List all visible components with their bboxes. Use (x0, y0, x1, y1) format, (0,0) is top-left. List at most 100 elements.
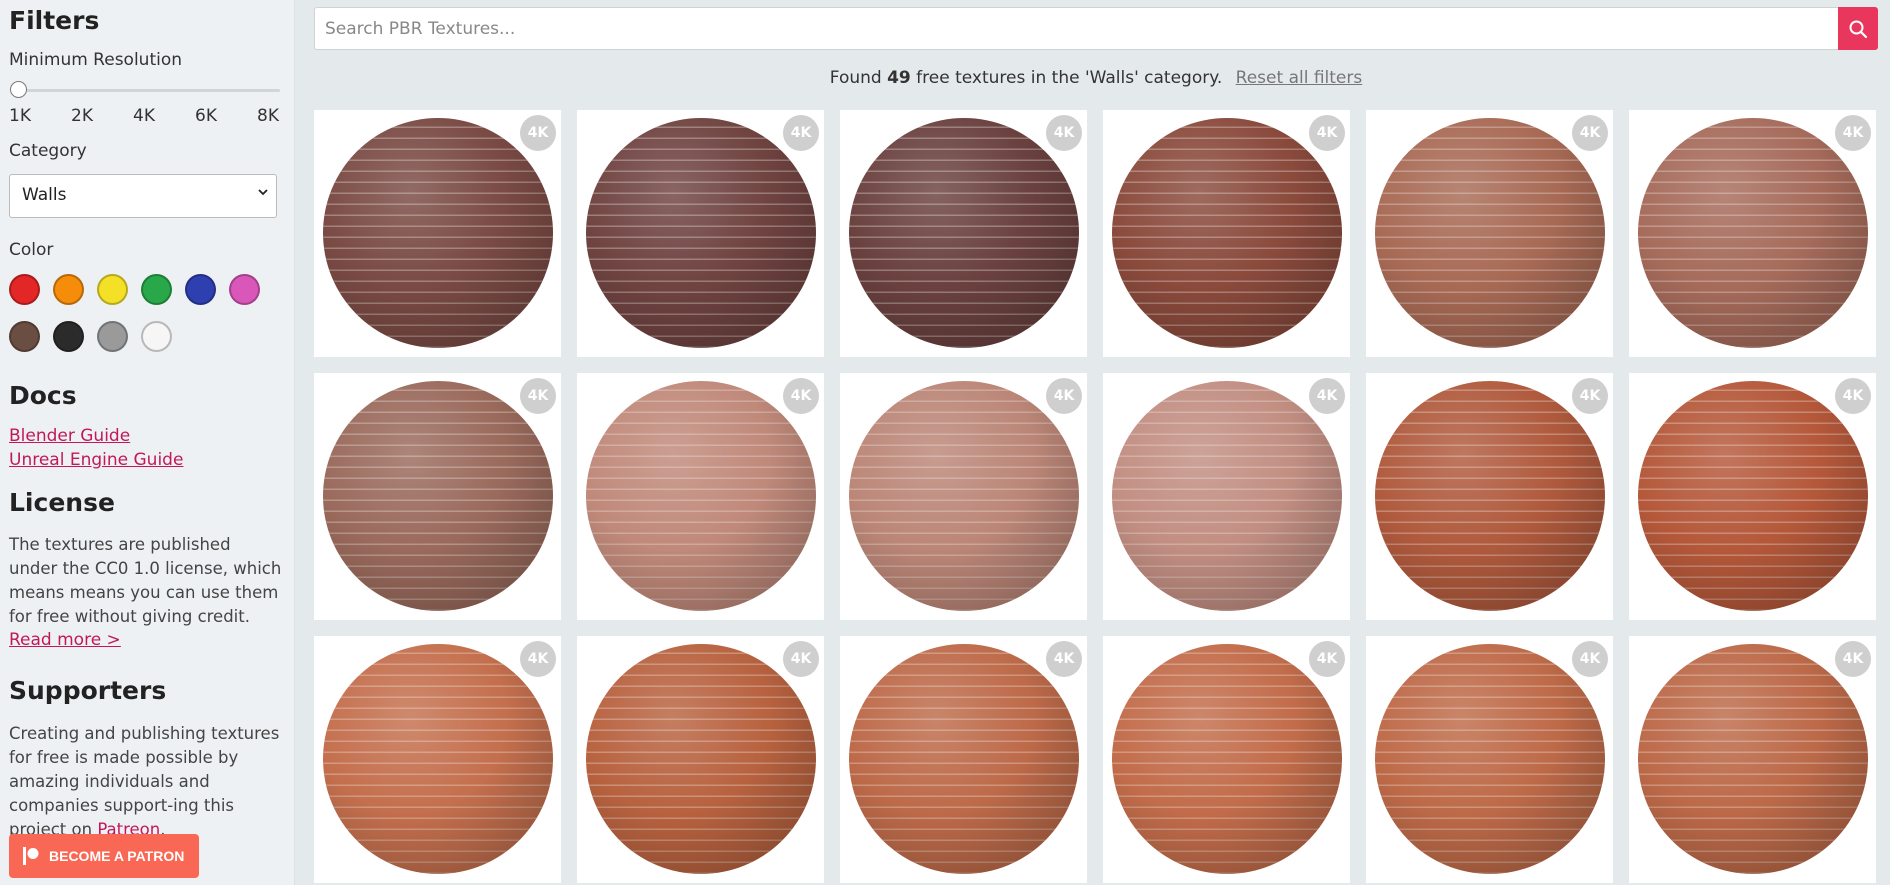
supporters-title: Supporters (9, 676, 167, 705)
color-label: Color (9, 240, 54, 260)
min-resolution-label: Minimum Resolution (9, 50, 183, 70)
sphere-shading (849, 644, 1079, 874)
sphere-shading (1638, 118, 1868, 348)
reset-filters-link[interactable]: Reset all filters (1236, 68, 1363, 88)
resolution-slider-track[interactable] (18, 89, 280, 92)
supporters-text: Creating and publishing textures for fre… (9, 722, 284, 842)
sphere-shading (1375, 644, 1605, 874)
results-suffix: free textures in the 'Walls' category. (910, 68, 1223, 88)
color-swatch-yellow[interactable] (97, 274, 128, 305)
res-tick: 1K (9, 106, 31, 126)
category-select[interactable]: Walls (9, 174, 277, 218)
color-swatch-pink[interactable] (229, 274, 260, 305)
resolution-badge: 4K (783, 115, 819, 151)
category-label: Category (9, 141, 87, 161)
sphere-shading (1638, 644, 1868, 874)
resolution-badge: 4K (1309, 378, 1345, 414)
resolution-badge: 4K (1835, 378, 1871, 414)
resolution-badge: 4K (1046, 378, 1082, 414)
resolution-badge: 4K (1046, 641, 1082, 677)
unreal-engine-guide-link[interactable]: Unreal Engine Guide (9, 450, 183, 470)
color-swatch-orange[interactable] (53, 274, 84, 305)
texture-card[interactable]: 4K (314, 110, 561, 357)
resolution-badge: 4K (520, 378, 556, 414)
texture-card[interactable]: 4K (1629, 110, 1876, 357)
res-tick: 2K (71, 106, 93, 126)
blender-guide-link[interactable]: Blender Guide (9, 426, 130, 446)
sphere-shading (323, 381, 553, 611)
texture-card[interactable]: 4K (1366, 636, 1613, 883)
become-a-patron-button[interactable]: BECOME A PATRON (9, 834, 199, 878)
texture-card[interactable]: 4K (577, 373, 824, 620)
resolution-badge: 4K (520, 115, 556, 151)
sphere-shading (1112, 381, 1342, 611)
texture-card[interactable]: 4K (577, 110, 824, 357)
sphere-shading (1375, 118, 1605, 348)
res-tick: 6K (195, 106, 217, 126)
sphere-shading (1112, 644, 1342, 874)
texture-grid: 4K 4K 4K 4K 4K 4K 4K 4K 4K 4K 4K 4K 4K 4K 4K 4K 4K 4K (314, 110, 1878, 883)
sphere-shading (849, 118, 1079, 348)
results-prefix: Found (829, 68, 888, 88)
sphere-shading (323, 118, 553, 348)
sphere-shading (1638, 381, 1868, 611)
res-tick: 8K (257, 106, 279, 126)
resolution-badge: 4K (1572, 115, 1608, 151)
sphere-shading (849, 381, 1079, 611)
license-title: License (9, 488, 115, 517)
texture-card[interactable]: 4K (1103, 110, 1350, 357)
search-input[interactable]: Search PBR Textures... (314, 7, 1839, 50)
resolution-badge: 4K (1046, 115, 1082, 151)
resolution-badge: 4K (1835, 641, 1871, 677)
license-text: The textures are published under the CC0… (9, 535, 282, 626)
sphere-shading (586, 644, 816, 874)
texture-card[interactable]: 4K (1103, 373, 1350, 620)
texture-card[interactable]: 4K (1629, 636, 1876, 883)
read-more-link[interactable]: Read more > (9, 630, 121, 650)
search-bar: Search PBR Textures... (314, 7, 1878, 50)
resolution-slider-thumb[interactable] (10, 81, 27, 98)
sphere-shading (323, 644, 553, 874)
texture-card[interactable]: 4K (840, 373, 1087, 620)
sphere-shading (1375, 381, 1605, 611)
color-swatch-black[interactable] (53, 321, 84, 352)
texture-card[interactable]: 4K (577, 636, 824, 883)
color-swatch-red[interactable] (9, 274, 40, 305)
texture-card[interactable]: 4K (1366, 373, 1613, 620)
texture-card[interactable]: 4K (840, 636, 1087, 883)
category-select-value: Walls (22, 185, 67, 205)
resolution-badge: 4K (783, 378, 819, 414)
resolution-badge: 4K (1572, 641, 1608, 677)
resolution-badge: 4K (1572, 378, 1608, 414)
res-tick: 4K (133, 106, 155, 126)
texture-card[interactable]: 4K (840, 110, 1087, 357)
texture-card[interactable]: 4K (1629, 373, 1876, 620)
resolution-badge: 4K (520, 641, 556, 677)
color-swatch-green[interactable] (141, 274, 172, 305)
sphere-shading (586, 381, 816, 611)
texture-card[interactable]: 4K (1366, 110, 1613, 357)
sidebar: Filters Minimum Resolution 1K 2K 4K 6K 8… (0, 0, 295, 885)
sphere-shading (586, 118, 816, 348)
resolution-badge: 4K (783, 641, 819, 677)
resolution-badge: 4K (1309, 115, 1345, 151)
sphere-shading (1112, 118, 1342, 348)
become-a-patron-label: BECOME A PATRON (49, 848, 185, 864)
resolution-badge: 4K (1309, 641, 1345, 677)
texture-card[interactable]: 4K (1103, 636, 1350, 883)
texture-card[interactable]: 4K (314, 373, 561, 620)
chevron-down-icon (258, 189, 268, 196)
search-button[interactable] (1838, 7, 1878, 50)
results-summary: Found 49 free textures in the 'Walls' ca… (314, 68, 1878, 88)
resolution-ticks: 1K 2K 4K 6K 8K (9, 106, 279, 126)
color-swatch-brown[interactable] (9, 321, 40, 352)
color-swatch-blue[interactable] (185, 274, 216, 305)
resolution-badge: 4K (1835, 115, 1871, 151)
color-swatch-gray[interactable] (97, 321, 128, 352)
filters-title: Filters (9, 6, 100, 35)
texture-card[interactable]: 4K (314, 636, 561, 883)
color-swatch-white[interactable] (141, 321, 172, 352)
patreon-icon (23, 847, 39, 865)
results-count: 49 (887, 68, 911, 88)
docs-title: Docs (9, 381, 77, 410)
